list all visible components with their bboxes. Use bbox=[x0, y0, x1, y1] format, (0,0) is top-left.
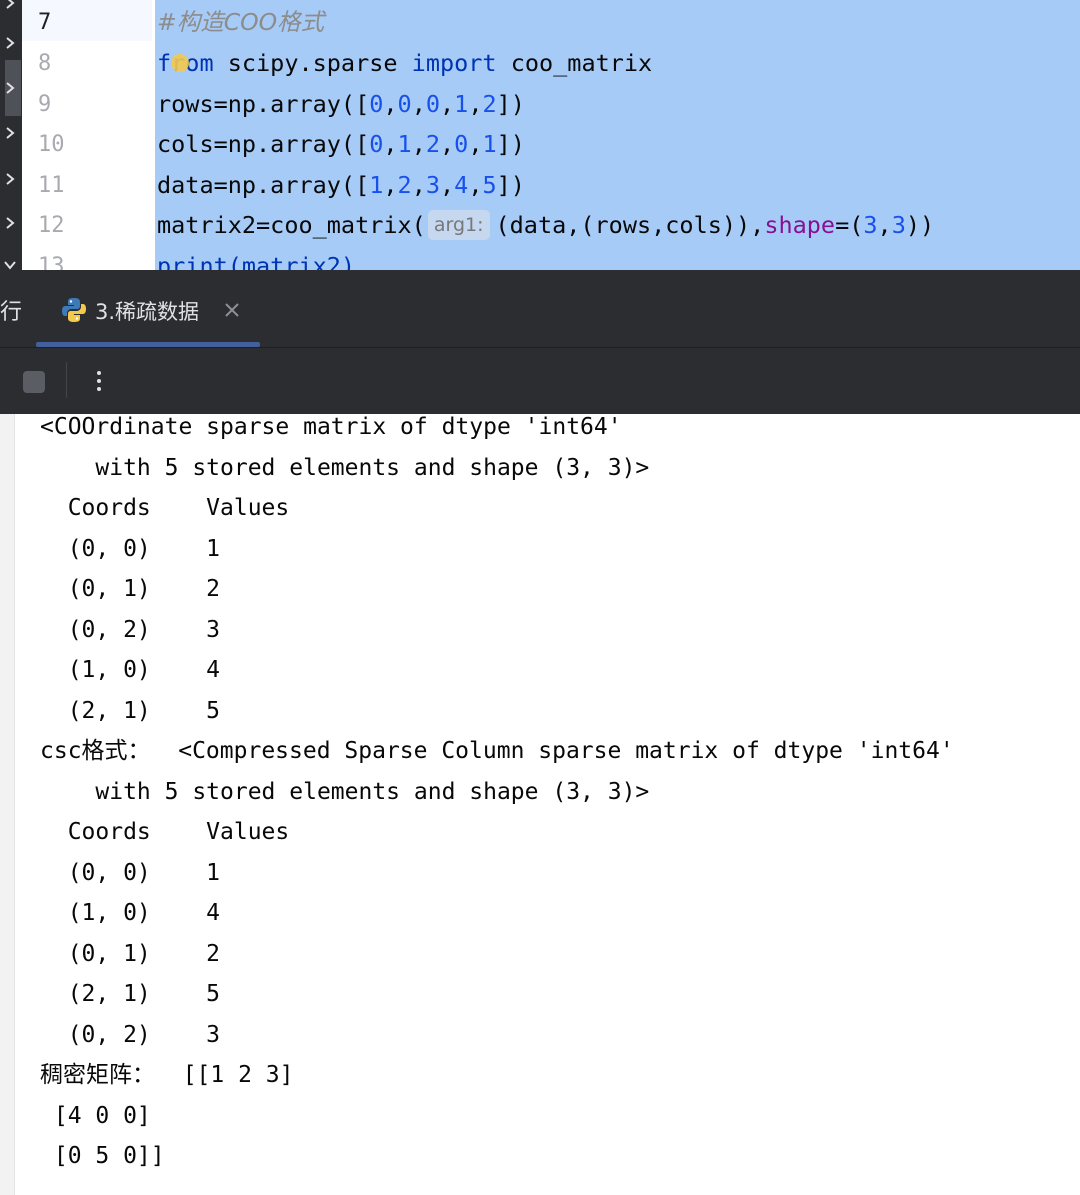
console-line: (0, 1) 2 bbox=[40, 941, 221, 967]
console-line: (1, 0) 4 bbox=[40, 900, 221, 926]
line-number: 9 bbox=[38, 92, 52, 117]
console-line: [4 0 0] bbox=[40, 1103, 151, 1129]
console-line: (0, 2) 3 bbox=[40, 1022, 221, 1048]
number-literal: 3 bbox=[891, 211, 906, 239]
line-number: 12 bbox=[38, 213, 65, 238]
chevron-right-icon[interactable] bbox=[3, 172, 17, 186]
console-line: 稠密矩阵： [[1 2 3] bbox=[40, 1062, 294, 1088]
keyword-import: import bbox=[411, 49, 497, 77]
number-literal: 1 bbox=[454, 90, 469, 118]
number-literal: 1 bbox=[369, 171, 384, 199]
console-line: (1, 0) 4 bbox=[40, 657, 221, 683]
more-vertical-icon bbox=[97, 371, 101, 375]
code-text: data=np.array([ bbox=[157, 171, 370, 199]
code-text: )) bbox=[905, 211, 935, 239]
number-literal: 0 bbox=[425, 90, 441, 118]
code-text: ]) bbox=[496, 171, 525, 199]
number-literal: 3 bbox=[863, 211, 878, 239]
import-target: coo_matrix bbox=[496, 49, 653, 77]
console-line: (2, 1) 5 bbox=[40, 698, 221, 724]
line-number: 7 bbox=[38, 10, 52, 35]
code-line-data[interactable]: data=np.array([1,2,3,4,5]) bbox=[157, 165, 525, 206]
code-editor[interactable]: 7 8 9 10 11 12 13 #构造COO格式 from scipy.sp… bbox=[0, 0, 1080, 270]
number-literal: 1 bbox=[482, 130, 497, 158]
more-vertical-icon-dot bbox=[97, 387, 101, 391]
stop-icon bbox=[23, 371, 45, 393]
code-text: , bbox=[877, 211, 892, 239]
console-line: (0, 1) 2 bbox=[40, 576, 221, 602]
chevron-down-icon[interactable] bbox=[3, 258, 17, 270]
code-line-import[interactable]: from scipy.sparse import coo_matrix bbox=[157, 43, 652, 84]
code-text: ]) bbox=[496, 90, 525, 118]
parameter-hint: arg1: bbox=[427, 210, 490, 240]
code-text: matrix2=coo_matrix( bbox=[157, 211, 426, 239]
python-icon bbox=[60, 296, 88, 328]
number-literal: 3 bbox=[425, 171, 441, 199]
stop-button[interactable] bbox=[20, 368, 48, 396]
run-panel-label[interactable]: 行 bbox=[0, 294, 22, 326]
line-number: 11 bbox=[38, 173, 65, 198]
console-line: (0, 0) 1 bbox=[40, 860, 221, 886]
console-line: Coords Values bbox=[40, 495, 290, 521]
number-literal: 0 bbox=[397, 90, 412, 118]
chevron-right-icon[interactable] bbox=[3, 36, 17, 50]
code-line-print[interactable]: print(matrix2) bbox=[157, 246, 355, 270]
code-line-comment[interactable]: #构造COO格式 bbox=[157, 2, 324, 43]
line-number: 10 bbox=[38, 132, 65, 157]
console-line: <COOrdinate sparse matrix of dtype 'int6… bbox=[40, 414, 622, 440]
code-comment: #构造COO格式 bbox=[157, 8, 325, 36]
line-number: 13 bbox=[38, 254, 65, 270]
divider bbox=[0, 347, 1080, 348]
module-name: scipy.sparse bbox=[213, 49, 412, 77]
console-line: Coords Values bbox=[40, 819, 290, 845]
console-line: [0 5 0]] bbox=[40, 1143, 165, 1169]
chevron-right-icon[interactable] bbox=[3, 0, 17, 10]
number-literal: 1 bbox=[397, 130, 412, 158]
number-literal: 5 bbox=[482, 171, 497, 199]
number-literal: 2 bbox=[482, 90, 497, 118]
code-line-cols[interactable]: cols=np.array([0,1,2,0,1]) bbox=[157, 124, 525, 165]
chevron-right-icon[interactable] bbox=[3, 81, 17, 95]
number-literal: 0 bbox=[454, 130, 469, 158]
number-literal: 2 bbox=[425, 130, 441, 158]
console-line: (0, 0) 1 bbox=[40, 536, 221, 562]
console-output[interactable]: <COOrdinate sparse matrix of dtype 'int6… bbox=[0, 414, 1080, 1195]
number-literal: 4 bbox=[454, 171, 469, 199]
more-options-button[interactable] bbox=[86, 366, 112, 396]
close-icon[interactable] bbox=[222, 300, 242, 320]
chevron-right-icon[interactable] bbox=[3, 126, 17, 140]
console-line: (0, 2) 3 bbox=[40, 617, 221, 643]
number-literal: 2 bbox=[397, 171, 412, 199]
toolbar-separator bbox=[66, 362, 67, 398]
number-literal: 0 bbox=[369, 90, 384, 118]
keyword-argument: shape bbox=[764, 211, 836, 239]
code-text: cols=np.array([ bbox=[157, 130, 370, 158]
console-line: with 5 stored elements and shape (3, 3)> bbox=[40, 779, 650, 805]
line-number: 8 bbox=[38, 51, 52, 76]
code-text: ]) bbox=[496, 130, 525, 158]
lightbulb-icon[interactable] bbox=[171, 54, 189, 72]
code-line-matrix2[interactable]: matrix2=coo_matrix(arg1: (data,(rows,cols… bbox=[157, 205, 934, 246]
code-line-rows[interactable]: rows=np.array([0,0,0,1,2]) bbox=[157, 84, 525, 125]
number-literal: 0 bbox=[369, 130, 384, 158]
console-line: (2, 1) 5 bbox=[40, 981, 221, 1007]
console-line: csc格式： <Compressed Sparse Column sparse … bbox=[40, 738, 954, 764]
console-line: with 5 stored elements and shape (3, 3)> bbox=[40, 455, 650, 481]
console-gutter bbox=[0, 414, 15, 1195]
run-tab-title[interactable]: 3.稀疏数据 bbox=[95, 296, 199, 326]
more-vertical-icon-dot bbox=[97, 379, 101, 383]
code-text: rows=np.array([ bbox=[157, 90, 370, 118]
code-text: (data,(rows,cols)), bbox=[495, 211, 765, 239]
chevron-right-icon[interactable] bbox=[3, 216, 17, 230]
code-text: =( bbox=[835, 211, 864, 239]
